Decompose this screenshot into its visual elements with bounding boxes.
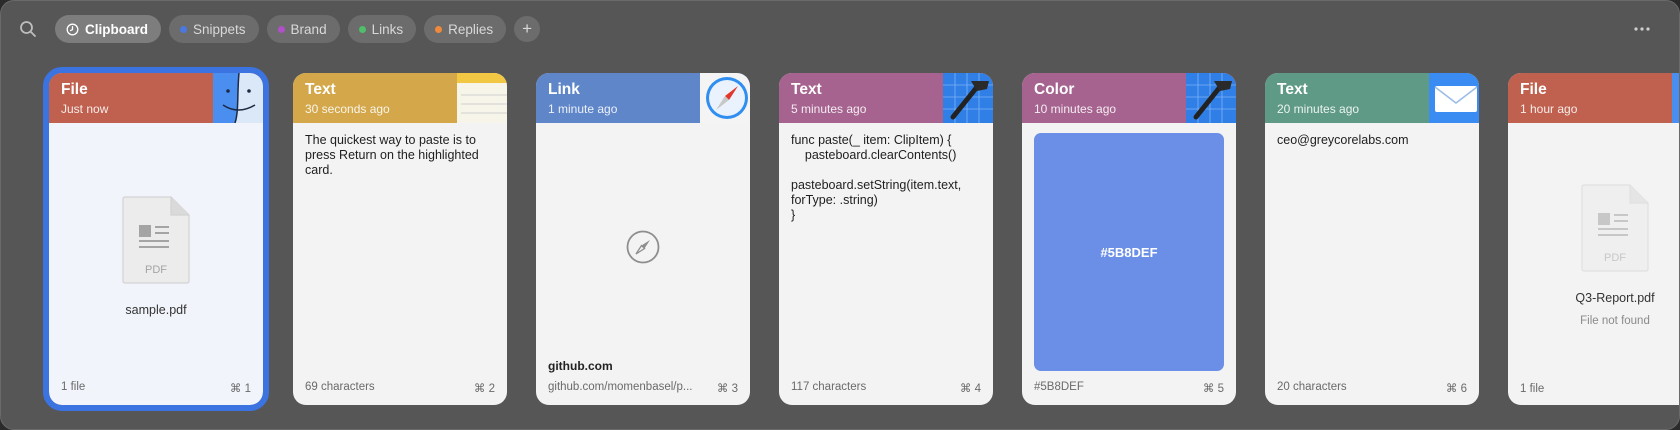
clip-card-2[interactable]: Text 30 seconds ago The quickest way to …: [293, 73, 507, 405]
card-count: 117 characters: [791, 381, 867, 393]
card-footer: #5B8DEF ⌘ 5: [1034, 381, 1224, 395]
card-time: Just now: [61, 102, 109, 116]
card-header: File Just now: [49, 73, 263, 123]
card-header: Text 20 minutes ago: [1265, 73, 1479, 123]
card-type: Text: [791, 81, 822, 98]
dot-icon: [358, 25, 366, 33]
clip-card-4[interactable]: Text 5 minutes ago func paste(_ item: Cl…: [779, 73, 993, 405]
card-count: #5B8DEF: [1034, 381, 1084, 393]
pdf-file-icon: PDF: [121, 195, 191, 285]
card-header: Text 30 seconds ago: [293, 73, 507, 123]
filter-clipboard[interactable]: Clipboard: [55, 15, 161, 43]
filter-label: Links: [371, 21, 404, 37]
card-shortcut: ⌘ 2: [473, 383, 495, 395]
dot-icon: [277, 25, 285, 33]
card-footer: 20 characters ⌘ 6: [1277, 381, 1467, 395]
clip-card-6[interactable]: Text 20 minutes ago ceo@greycorelabs.com…: [1265, 73, 1479, 405]
filter-label: Brand: [290, 21, 327, 37]
file-ext: PDF: [1604, 252, 1626, 264]
card-type: File: [1520, 81, 1547, 98]
file-name: Q3-Report.pdf: [1575, 291, 1655, 305]
mail-icon: [1429, 73, 1479, 123]
color-swatch: #5B8DEF: [1034, 133, 1224, 371]
card-count: 20 characters: [1277, 381, 1347, 393]
card-time: 1 hour ago: [1520, 102, 1578, 116]
link-title: github.com: [548, 359, 613, 373]
card-count: 1 file: [1520, 383, 1545, 395]
card-footer: 1 file ⌘ 1: [61, 381, 251, 395]
card-time: 5 minutes ago: [791, 102, 867, 116]
filter-links[interactable]: Links: [347, 15, 417, 43]
card-type: Link: [548, 81, 580, 98]
clipboard-panel: Clipboard Snippets Brand Links Replies +: [0, 0, 1680, 430]
clip-card-1[interactable]: File Just now PDF sample.pdf 1 file ⌘ 1: [43, 67, 269, 411]
card-type: File: [61, 81, 88, 98]
card-footer: 1 file: [1520, 383, 1679, 395]
file-status: File not found: [1580, 315, 1650, 327]
plus-icon: +: [522, 19, 533, 38]
card-header: Text 5 minutes ago: [779, 73, 993, 123]
card-time: 10 minutes ago: [1034, 102, 1117, 116]
clip-card-5[interactable]: Color 10 minutes ago #5B8DEF #5B8DEF ⌘ 5: [1022, 73, 1236, 405]
notes-icon: [457, 73, 507, 123]
add-filter-button[interactable]: +: [514, 16, 541, 42]
card-code: func paste(_ item: ClipItem) { pasteboar…: [791, 133, 962, 222]
clock-icon: [66, 23, 79, 35]
filter-label: Clipboard: [85, 21, 148, 37]
safari-icon: [700, 73, 750, 123]
card-header: Link 1 minute ago: [536, 73, 750, 123]
top-bar: Clipboard Snippets Brand Links Replies +: [1, 1, 1679, 57]
card-type: Color: [1034, 81, 1075, 98]
filter-label: Replies: [448, 21, 494, 37]
compass-icon: [625, 229, 661, 265]
more-options-icon[interactable]: [1631, 19, 1653, 39]
card-header: Color 10 minutes ago: [1022, 73, 1236, 123]
card-footer: github.com/momenbasel/p... ⌘ 3: [548, 381, 738, 395]
card-shortcut: ⌘ 1: [229, 383, 251, 395]
clip-card-7[interactable]: File 1 hour ago PDF Q3-Report.pdf File n…: [1508, 73, 1679, 405]
dot-icon: [180, 25, 187, 33]
card-time: 30 seconds ago: [305, 102, 390, 116]
filter-label: Snippets: [193, 21, 246, 37]
filter-brand[interactable]: Brand: [266, 15, 340, 43]
finder-icon: [1672, 73, 1679, 123]
card-shortcut: ⌘ 6: [1445, 383, 1467, 395]
card-header: File 1 hour ago: [1508, 73, 1679, 123]
card-footer: 69 characters ⌘ 2: [305, 381, 495, 395]
link-url: github.com/momenbasel/p...: [548, 381, 693, 393]
xcode-icon: [943, 73, 993, 123]
file-ext: PDF: [145, 264, 167, 276]
filter-snippets[interactable]: Snippets: [169, 15, 259, 43]
dot-icon: [435, 25, 443, 33]
pdf-file-icon: PDF: [1580, 183, 1650, 273]
search-icon[interactable]: [17, 18, 39, 40]
swatch-label: #5B8DEF: [1100, 244, 1158, 260]
card-text: ceo@greycorelabs.com: [1277, 133, 1409, 147]
card-time: 20 minutes ago: [1277, 102, 1360, 116]
card-shortcut: ⌘ 5: [1202, 383, 1224, 395]
card-time: 1 minute ago: [548, 102, 618, 116]
card-footer: 117 characters ⌘ 4: [791, 381, 981, 395]
card-text: The quickest way to paste is to press Re…: [305, 133, 479, 177]
card-type: Text: [1277, 81, 1308, 98]
card-count: 1 file: [61, 381, 86, 393]
card-type: Text: [305, 81, 336, 98]
filter-replies[interactable]: Replies: [424, 15, 507, 43]
card-count: 69 characters: [305, 381, 375, 393]
clip-card-3[interactable]: Link 1 minute ago github.com github.com/…: [536, 73, 750, 405]
xcode-icon: [1186, 73, 1236, 123]
finder-icon: [213, 73, 263, 123]
card-shortcut: ⌘ 4: [959, 383, 981, 395]
card-shortcut: ⌘ 3: [716, 383, 738, 395]
file-name: sample.pdf: [125, 303, 187, 317]
filter-pills: Clipboard Snippets Brand Links Replies +: [55, 15, 541, 43]
